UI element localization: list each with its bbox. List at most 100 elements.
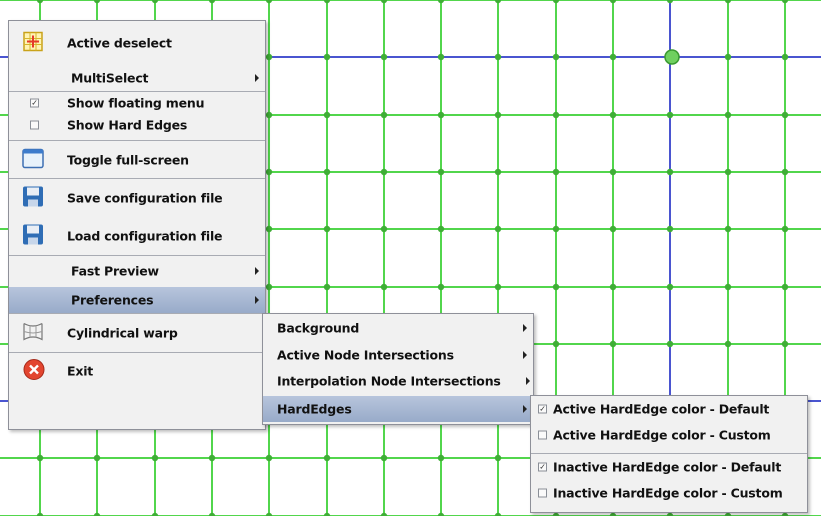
grid-node[interactable] (494, 168, 502, 176)
grid-node[interactable] (265, 168, 273, 176)
grid-node[interactable] (724, 168, 732, 176)
menu-item-active-node-intersections[interactable]: Active Node Intersections (263, 341, 533, 368)
menu-item-cylindrical-warp[interactable]: Cylindrical warp (9, 314, 265, 352)
grid-node[interactable] (666, 111, 674, 119)
menu-item-interpolation-node-intersections[interactable]: Interpolation Node Intersections (263, 368, 533, 394)
grid-node[interactable] (609, 283, 617, 291)
grid-node[interactable] (437, 111, 445, 119)
selected-grid-node[interactable] (664, 49, 680, 65)
menu-item-load-config[interactable]: Load configuration file (9, 217, 265, 255)
grid-node[interactable] (437, 283, 445, 291)
grid-node[interactable] (265, 111, 273, 119)
grid-node[interactable] (609, 53, 617, 61)
grid-node[interactable] (609, 111, 617, 119)
grid-node[interactable] (494, 111, 502, 119)
menu-item-background[interactable]: Background (263, 314, 533, 341)
menu-item-preferences[interactable]: Preferences (9, 287, 265, 313)
grid-node[interactable] (552, 283, 560, 291)
grid-node[interactable] (380, 111, 388, 119)
main-context-menu: Active deselect MultiSelect ✓ Show float… (8, 20, 266, 430)
menu-item-show-floating-menu[interactable]: ✓ Show floating menu (9, 92, 265, 114)
grid-node[interactable] (380, 168, 388, 176)
menu-item-label: Save configuration file (67, 190, 223, 206)
grid-node[interactable] (323, 168, 331, 176)
checkbox-checked-icon: ✓ (538, 462, 547, 472)
grid-node[interactable] (36, 454, 44, 462)
menu-item-hardedges[interactable]: HardEdges (263, 396, 533, 422)
checkbox-unchecked-icon (30, 120, 39, 130)
grid-node[interactable] (437, 53, 445, 61)
grid-node[interactable] (380, 53, 388, 61)
grid-node[interactable] (323, 53, 331, 61)
grid-node[interactable] (781, 340, 789, 348)
menu-item-save-config[interactable]: Save configuration file (9, 179, 265, 217)
grid-node[interactable] (494, 53, 502, 61)
grid-node[interactable] (380, 283, 388, 291)
menu-separator (9, 255, 265, 256)
grid-node[interactable] (552, 340, 560, 348)
grid-node[interactable] (666, 283, 674, 291)
checkbox-checked-icon: ✓ (538, 404, 547, 414)
grid-node[interactable] (724, 283, 732, 291)
grid-node[interactable] (781, 168, 789, 176)
menu-item-exit[interactable]: Exit (9, 353, 265, 389)
menu-item-active-hardedge-custom[interactable]: Active HardEdge color - Custom (531, 422, 807, 448)
grid-node[interactable] (265, 225, 273, 233)
menu-item-active-deselect[interactable]: Active deselect (9, 21, 265, 65)
grid-node[interactable] (380, 454, 388, 462)
grid-node[interactable] (208, 454, 216, 462)
grid-node[interactable] (724, 225, 732, 233)
grid-node[interactable] (93, 454, 101, 462)
grid-node[interactable] (265, 283, 273, 291)
grid-node[interactable] (609, 225, 617, 233)
menu-item-show-hard-edges[interactable]: Show Hard Edges (9, 114, 265, 136)
grid-node[interactable] (781, 225, 789, 233)
menu-item-active-hardedge-default[interactable]: ✓ Active HardEdge color - Default (531, 396, 807, 422)
grid-node[interactable] (323, 111, 331, 119)
grid-node[interactable] (724, 111, 732, 119)
menu-item-label: HardEdges (277, 401, 352, 417)
grid-node[interactable] (323, 225, 331, 233)
grid-node[interactable] (552, 111, 560, 119)
grid-node[interactable] (552, 225, 560, 233)
grid-node[interactable] (609, 168, 617, 176)
grid-node[interactable] (552, 53, 560, 61)
menu-item-fast-preview[interactable]: Fast Preview (9, 258, 265, 284)
grid-node[interactable] (380, 225, 388, 233)
grid-node[interactable] (265, 454, 273, 462)
grid-node[interactable] (781, 53, 789, 61)
menu-item-inactive-hardedge-default[interactable]: ✓ Inactive HardEdge color - Default (531, 454, 807, 480)
menu-item-label: Active HardEdge color - Default (553, 401, 770, 417)
grid-node[interactable] (437, 168, 445, 176)
grid-node[interactable] (781, 283, 789, 291)
submenu-arrow-icon (255, 267, 259, 275)
grid-node[interactable] (724, 53, 732, 61)
grid-node[interactable] (666, 340, 674, 348)
menu-item-label: Active deselect (67, 35, 172, 51)
grid-node[interactable] (666, 168, 674, 176)
grid-node[interactable] (666, 225, 674, 233)
menu-item-label: Active HardEdge color - Custom (553, 427, 771, 443)
grid-node[interactable] (724, 340, 732, 348)
grid-node[interactable] (781, 111, 789, 119)
grid-select-icon (23, 31, 43, 55)
grid-node[interactable] (265, 53, 273, 61)
menu-item-multiselect[interactable]: MultiSelect (9, 65, 265, 91)
grid-node[interactable] (552, 168, 560, 176)
grid-node[interactable] (437, 225, 445, 233)
menu-item-label: Load configuration file (67, 228, 223, 244)
grid-node[interactable] (494, 454, 502, 462)
grid-node[interactable] (323, 283, 331, 291)
grid-node[interactable] (151, 454, 159, 462)
grid-node[interactable] (323, 454, 331, 462)
grid-node[interactable] (494, 225, 502, 233)
menu-item-inactive-hardedge-custom[interactable]: Inactive HardEdge color - Custom (531, 480, 807, 506)
grid-node[interactable] (437, 454, 445, 462)
grid-node[interactable] (494, 283, 502, 291)
submenu-arrow-icon (523, 350, 527, 359)
submenu-arrow-icon (523, 405, 527, 413)
preferences-submenu: Background Active Node Intersections Int… (262, 313, 534, 425)
menu-item-toggle-fullscreen[interactable]: Toggle full-screen (9, 141, 265, 178)
menu-item-label: Fast Preview (71, 263, 159, 279)
grid-node[interactable] (609, 340, 617, 348)
